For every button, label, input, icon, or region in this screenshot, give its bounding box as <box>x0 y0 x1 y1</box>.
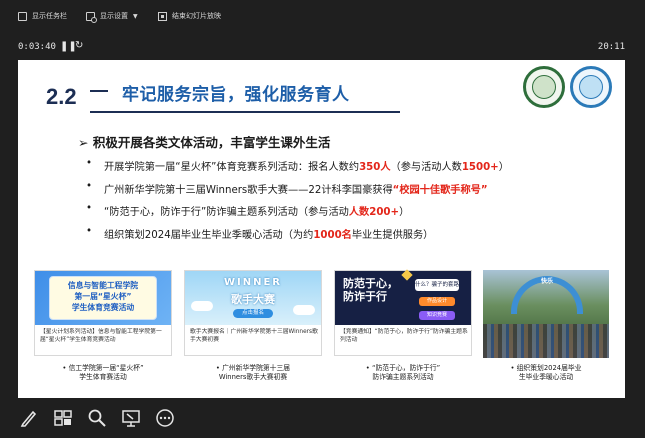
thumbnail-button: 点击报名 <box>233 309 273 318</box>
restart-icon[interactable]: ↻ <box>75 40 83 51</box>
screen-pointer-icon[interactable] <box>120 408 142 430</box>
magnifier-icon[interactable] <box>86 408 108 430</box>
bullet-highlight: 350人 <box>359 162 391 173</box>
school-logo-right <box>570 66 612 108</box>
card-description: 【竞赛通知】“防范于心，防诈于行”防诈骗主题系列活动 <box>340 329 468 343</box>
thumbnail-title: 信息与智能工程学院 第一届“星火杯” 学生体育竞赛活动 <box>67 281 139 312</box>
bullet-item: 广州新华学院第十三届Winners歌手大赛——22计科李国豪获得“校园十佳歌手称… <box>86 181 606 204</box>
bullet-text: （参与活动人数 <box>390 162 462 173</box>
show-taskbar-label: 显示任务栏 <box>32 12 67 20</box>
section-number: 2.2 <box>46 84 77 109</box>
activity-card-singer: WINNER 歌手大赛 点击报名 歌手大赛报名｜广州新华学院第十三届Winner… <box>184 270 322 356</box>
current-time: 20:11 <box>597 42 625 52</box>
bullet-text: ） <box>498 162 509 173</box>
school-logo-left <box>523 66 565 108</box>
photo-crowd <box>483 324 609 358</box>
thumbnail-tag: 什么？骗子的套路 <box>415 279 459 291</box>
bullet-item: 开展学院第一届“星火杯”体育竞赛系列活动：报名人数约350人（参与活动人数150… <box>86 158 606 181</box>
current-slide: 2.2 牢记服务宗旨，强化服务育人 ➢ 积极开展各类文体活动，丰富学生课外生活 … <box>18 60 625 398</box>
bullet-item: 组织策划2024届毕业生毕业季暖心活动（为约1000名毕业生提供服务） <box>86 226 606 249</box>
bullet-text: ） <box>399 207 410 218</box>
bullet-list: 开展学院第一届“星火杯”体育竞赛系列活动：报名人数约350人（参与活动人数150… <box>86 158 606 248</box>
card-caption: • 组织策划2024届毕业 生毕业季暖心活动 <box>510 364 582 381</box>
title-rule-top <box>90 90 108 92</box>
pen-icon[interactable] <box>18 408 40 430</box>
bullet-text: 组织策划2024届毕业生毕业季暖心活动（为约 <box>104 229 314 241</box>
title-rule-bottom <box>90 111 400 113</box>
slide-subheading: ➢ 积极开展各类文体活动，丰富学生课外生活 <box>78 135 331 150</box>
thumbnail-title: 歌手大赛 <box>231 293 275 306</box>
bullet-text: 广州新华学院第十三届Winners歌手大赛——22计科李国豪获得 <box>104 184 393 196</box>
taskbar-icon <box>18 11 27 21</box>
card-caption: • 广州新华学院第十三届 Winners歌手大赛初赛 <box>215 364 291 381</box>
card-description: 【星火计划系列活动】信息与智能工程学院第一届“星火杯”学生体育竞赛活动 <box>40 329 162 343</box>
end-slideshow-icon <box>158 11 167 21</box>
bullet-text: 开展学院第一届“星火杯”体育竞赛系列活动：报名人数约 <box>104 162 360 173</box>
more-options-icon[interactable] <box>154 408 176 430</box>
card-thumbnail: WINNER 歌手大赛 点击报名 <box>185 271 321 325</box>
thumbnail-tag: 知识竞赛 <box>419 311 455 320</box>
chevron-down-icon: ▼ <box>133 12 138 20</box>
bullet-text: “防范于心，防诈于行”防诈骗主题系列活动（参与活动 <box>104 207 349 218</box>
bullet-highlight: “校园十佳歌手称号” <box>392 184 488 196</box>
elapsed-timer: 0:03:40 <box>18 42 56 52</box>
bullet-text: 毕业生提供服务） <box>351 229 434 241</box>
bullet-highlight: 1000名 <box>313 229 352 241</box>
end-slideshow-button[interactable]: 结束幻灯片放映 <box>158 8 221 24</box>
card-caption: • 信工学院第一届“星火杯” 学生体育赛活动 <box>62 364 144 381</box>
display-settings-icon <box>86 11 97 23</box>
thumbnail-tag: 作品设计 <box>419 297 455 306</box>
display-settings-label: 显示设置 <box>100 12 128 20</box>
graduation-photo: 快乐 <box>483 270 609 358</box>
card-thumbnail: 信息与智能工程学院 第一届“星火杯” 学生体育竞赛活动 <box>35 271 171 325</box>
section-title: 牢记服务宗旨，强化服务育人 <box>122 85 350 105</box>
thumbnail-word: WINNER <box>223 277 283 288</box>
timer-bar: 0:03:40 ❚❚ ↻ 20:11 <box>0 38 645 58</box>
activity-card-antifraud: 防范于心， 防诈于行 什么？骗子的套路 作品设计 知识竞赛 【竞赛通知】“防范于… <box>334 269 472 356</box>
show-taskbar-button[interactable]: 显示任务栏 <box>18 8 67 24</box>
card-caption: • “防范于心，防诈于行” 防诈骗主题系列活动 <box>365 364 441 381</box>
card-thumbnail: 防范于心， 防诈于行 什么？骗子的套路 作品设计 知识竞赛 <box>335 269 471 325</box>
end-slideshow-label: 结束幻灯片放映 <box>172 12 221 20</box>
all-slides-icon[interactable] <box>52 408 74 430</box>
presenter-top-toolbar: 显示任务栏 显示设置 ▼ 结束幻灯片放映 <box>0 0 645 34</box>
presenter-bottom-toolbar <box>0 400 645 438</box>
bullet-highlight: 1500+ <box>461 162 499 173</box>
activity-card-sports: 信息与智能工程学院 第一届“星火杯” 学生体育竞赛活动 【星火计划系列活动】信息… <box>34 270 172 356</box>
photo-arch-text: 快乐 <box>540 278 553 285</box>
bullet-highlight: 人数200+ <box>348 207 400 218</box>
thumbnail-title: 防范于心， 防诈于行 <box>343 277 398 303</box>
card-description: 歌手大赛报名｜广州新华学院第十三届Winners歌手大赛初赛 <box>190 329 318 343</box>
bullet-item: “防范于心，防诈于行”防诈骗主题系列活动（参与活动人数200+） <box>86 203 606 226</box>
display-settings-button[interactable]: 显示设置 ▼ <box>86 8 138 24</box>
